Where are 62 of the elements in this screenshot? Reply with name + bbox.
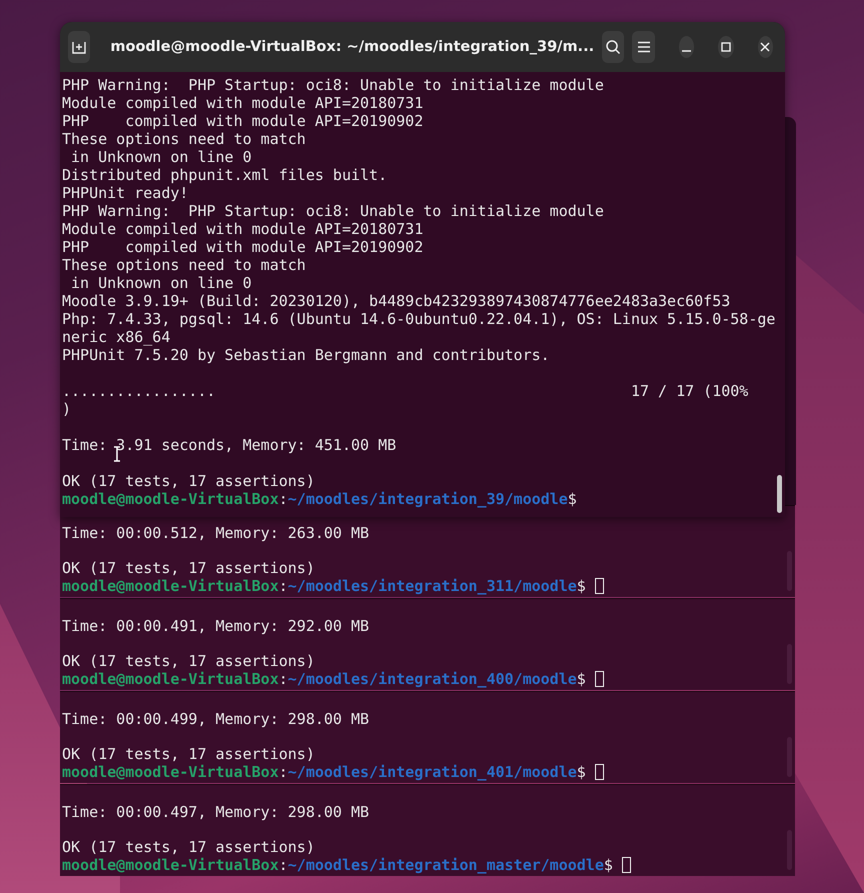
terminal-output-line: ) [62,400,72,418]
prompt-separator: : [278,856,288,874]
prompt-symbol: $ [604,856,613,874]
maximize-button[interactable] [718,36,734,58]
terminal-output-line: ................. 17 / 17 (100% [62,382,748,400]
prompt-user-host: moodle@moodle-VirtualBox [62,856,279,874]
prompt-symbol: $ [568,490,577,508]
prompt-path: ~/moodles/integration_401/moodle [288,763,577,781]
terminal-output-line: OK (17 tests, 17 assertions) [62,745,315,763]
terminal-output-line: Time: 3.91 seconds, Memory: 451.00 MB [62,436,396,454]
prompt-user-host: moodle@moodle-VirtualBox [62,577,279,595]
prompt-symbol: $ [576,577,586,595]
terminal-output-line: OK (17 tests, 17 assertions) [62,559,315,577]
prompt-separator: : [278,670,288,688]
new-tab-button[interactable] [68,31,90,63]
terminal-output-line: Time: 00:00.491, Memory: 292.00 MB [62,616,370,634]
minimize-button[interactable] [678,36,694,58]
prompt-symbol: $ [576,763,586,781]
close-button[interactable] [758,36,774,58]
search-icon [605,39,622,55]
terminal-output-line: These options need to match [62,256,306,274]
prompt-path: ~/moodles/integration_311/moodle [288,577,577,595]
menu-button[interactable] [632,31,655,63]
prompt-user-host: moodle@moodle-VirtualBox [62,763,279,781]
terminal-output-line: PHP Warning: PHP Startup: oci8: Unable to initialize module [62,202,604,220]
prompt-symbol: $ [576,670,586,688]
terminal-output-line: PHP Warning: PHP Startup: oci8: Unable to initialize module [62,76,604,94]
search-button[interactable] [602,31,624,63]
prompt-path: ~/moodles/integration_master/moodle [288,856,604,874]
terminal-output-line: in Unknown on line 0 [70,274,252,292]
scrollbar[interactable] [777,475,782,513]
new-tab-icon [71,39,88,55]
prompt-separator: : [278,490,288,508]
terminal-output-line: Time: 00:00.512, Memory: 263.00 MB [62,524,370,542]
menu-icon [636,41,651,53]
prompt-user-host: moodle@moodle-VirtualBox [62,490,279,508]
terminal-output-line: Time: 00:00.497, Memory: 298.00 MB [62,802,370,820]
terminal-output-line: Php: 7.4.33, pgsql: 14.6 (Ubuntu 14.6-0ubuntu0.22.04.1), OS: Linux 5.15.0-58-ge [62,310,776,328]
terminal-output-line: Moodle 3.9.19+ (Build: 20230120), b4489cb423293897430874776ee2483a3ec60f53 [62,292,730,310]
terminal-output-line: Distributed phpunit.xml files built. [62,166,388,184]
terminal-output-line: OK (17 tests, 17 assertions) [62,652,315,670]
terminal-output-line: These options need to match [62,130,306,148]
prompt-separator: : [278,763,288,781]
terminal-output-line: OK (17 tests, 17 assertions) [62,472,315,490]
terminal-output-line: Module compiled with module API=20180731 [62,94,424,112]
maximize-icon [720,42,731,52]
prompt-path: ~/moodles/integration_39/moodle [288,490,568,508]
terminal-output-line: in Unknown on line 0 [70,148,252,166]
terminal-output-line: Module compiled with module API=20180731 [62,220,424,238]
window-title: moodle@moodle-VirtualBox: ~/moodles/integration_39/m... [109,39,594,55]
prompt-path: ~/moodles/integration_400/moodle [288,670,577,688]
terminal-output-line: PHPUnit ready! [62,184,188,202]
terminal-output-line: neric x86_64 [62,328,170,346]
minimize-icon [682,50,692,52]
close-icon [760,42,770,52]
prompt-separator: : [278,577,288,595]
terminal-output-line: Time: 00:00.499, Memory: 298.00 MB [62,710,370,728]
terminal-output-line: OK (17 tests, 17 assertions) [62,838,315,856]
prompt-user-host: moodle@moodle-VirtualBox [62,670,279,688]
terminal-output-line: PHP compiled with module API=20190902 [62,238,424,256]
terminal-output-line: PHP compiled with module API=20190902 [62,112,424,130]
terminal-output-line: PHPUnit 7.5.20 by Sebastian Bergmann and contributors. [62,346,550,364]
